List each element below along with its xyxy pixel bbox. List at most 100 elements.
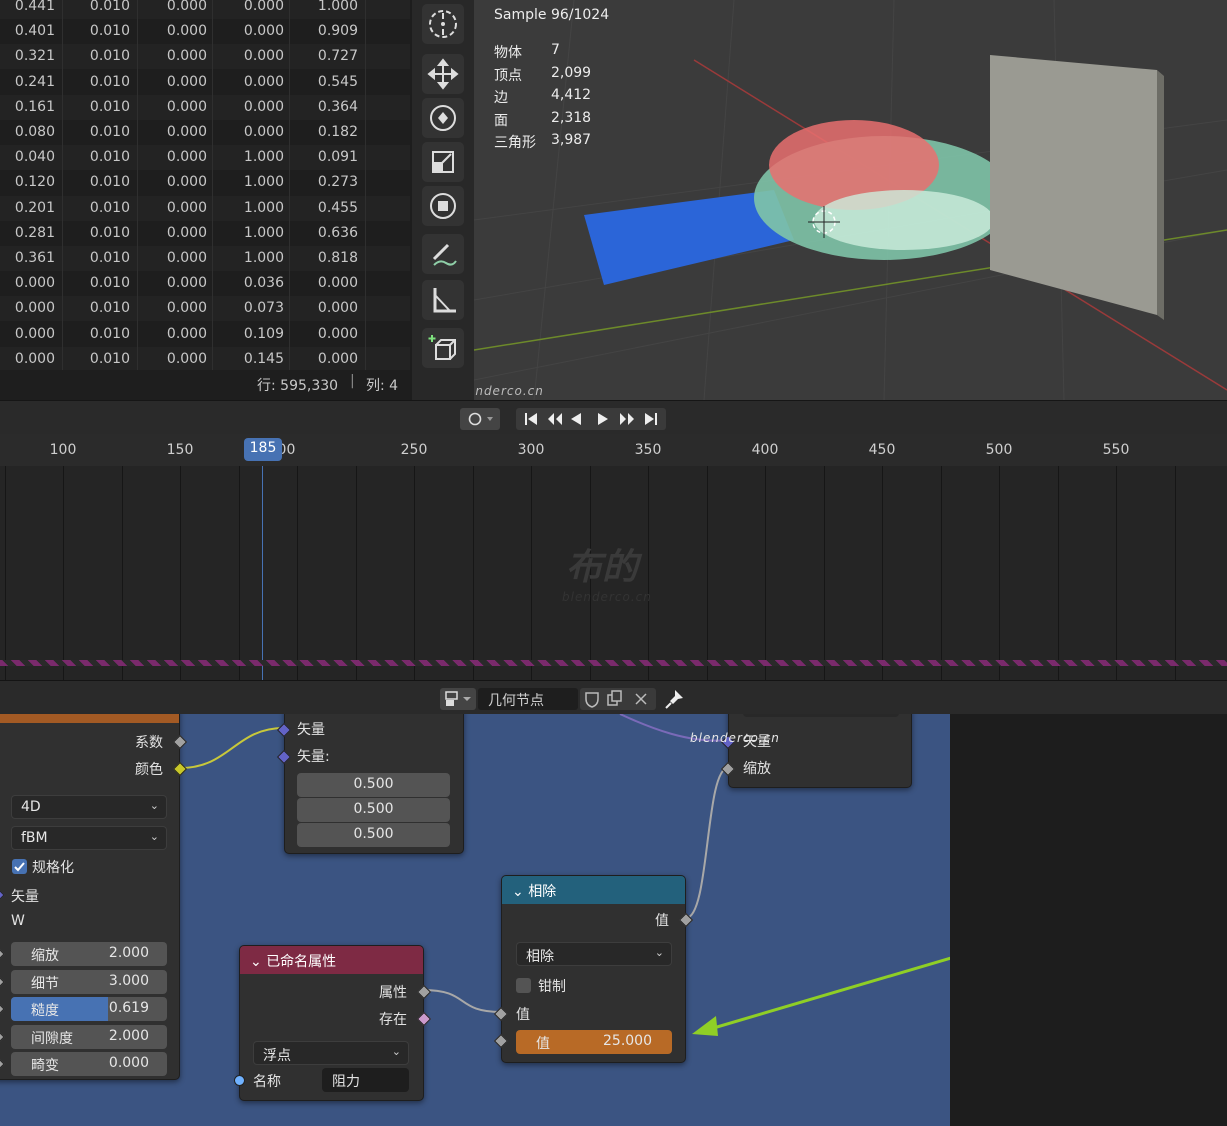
table-cell: 0.000	[166, 98, 207, 115]
measure-tool-button[interactable]	[422, 280, 464, 320]
wall-side	[1157, 70, 1164, 320]
vector-component-field[interactable]: 0.500	[297, 798, 450, 822]
pin-button[interactable]	[664, 688, 686, 710]
node-editor-header: 几何节点	[0, 680, 1227, 714]
parameter-input-socket[interactable]	[0, 948, 5, 960]
add-cube-tool-button[interactable]	[422, 328, 464, 368]
parameter-field[interactable]: 缩放 2.000	[11, 942, 167, 966]
divisor-value-field[interactable]: 值 25.000	[516, 1030, 672, 1054]
annotate-tool-button[interactable]	[422, 234, 464, 274]
add-cube-icon	[428, 335, 456, 360]
table-cell: 1.000	[243, 174, 284, 191]
chevron-down-icon[interactable]: ⌄	[250, 954, 262, 970]
normalize-checkbox[interactable]	[12, 859, 27, 874]
timeline-gridline	[472, 466, 474, 680]
noise-type-dropdown[interactable]: fBM ⌄	[11, 826, 167, 850]
parameter-input-socket[interactable]	[0, 1058, 5, 1070]
stat-value: 4,412	[551, 87, 592, 103]
data-type-value: 浮点	[263, 1048, 291, 1064]
frame-label: 150	[166, 442, 194, 458]
frame-label: 250	[400, 442, 428, 458]
table-cell: 0.818	[317, 250, 358, 266]
output-value-label: 值	[655, 913, 669, 929]
output-color-label: 颜色	[135, 762, 163, 778]
3d-viewport[interactable]: Sample 96/1024 物体 7 顶点 2,099 边 4,412 面 2,318 三角形…	[474, 0, 1227, 400]
vector-component-field[interactable]: 0.500	[297, 823, 450, 847]
parameter-label: 畸变	[31, 1058, 59, 1074]
playback-header	[0, 400, 1227, 434]
name-label: 名称	[253, 1074, 281, 1090]
parameter-value: 0.619	[108, 1000, 149, 1016]
operation-dropdown[interactable]	[743, 714, 899, 717]
table-cell: 0.000	[243, 0, 284, 14]
record-icon	[468, 412, 493, 426]
table-cell: 0.455	[317, 199, 358, 216]
noise-texture-node[interactable]: 系数 颜色 4D ⌄ fBM ⌄ 规格化 矢量 W 缩放 2.000 细节 3.000 糙度…	[0, 714, 188, 1080]
keying-button[interactable]	[460, 408, 500, 430]
parameter-field[interactable]: 畸变 0.000	[11, 1052, 167, 1076]
current-frame-indicator[interactable]: 185	[244, 438, 282, 461]
move-tool-button[interactable]	[422, 54, 464, 94]
parameter-label: 细节	[31, 975, 59, 992]
vector-component-field[interactable]: 0.500	[297, 773, 450, 797]
vector-scale-node[interactable]: 矢量 缩放	[720, 714, 912, 788]
timeline-ruler[interactable]: 100 150 200 250 300 350 400 450 500 550 185	[0, 434, 1227, 466]
frame-label: 400	[751, 442, 779, 458]
attribute-node-header[interactable]: ⌄ 已命名属性	[240, 946, 423, 974]
spreadsheet-footer: 行: 595,330 | 列: 4	[0, 370, 410, 398]
parameter-field[interactable]: 细节 3.000	[11, 969, 167, 994]
parameter-value: 2.000	[108, 1027, 149, 1044]
timeline-gridline	[238, 466, 240, 680]
chevron-down-icon[interactable]: ⌄	[512, 884, 524, 900]
data-type-dropdown[interactable]: 浮点 ⌄	[253, 1041, 409, 1065]
column-separator	[62, 0, 63, 372]
named-attribute-node[interactable]: ⌄ 已命名属性 属性 存在 浮点 ⌄ 名称 阻力	[234, 945, 432, 1101]
node-tree-name-field[interactable]: 几何节点	[478, 688, 578, 710]
vector-input-socket[interactable]	[0, 889, 5, 901]
watermark: blenderco.cn	[690, 731, 780, 745]
parameter-field[interactable]: 间隙度 2.000	[11, 1024, 167, 1049]
frame-label: 550	[1102, 442, 1130, 458]
attribute-name-field[interactable]: 阻力	[322, 1068, 409, 1092]
fake-user-icon	[585, 692, 599, 708]
vector-node[interactable]: 矢量 矢量: 0.500 0.500 0.500	[276, 714, 464, 854]
timeline-area[interactable]: 布的 blenderco.cn	[0, 466, 1227, 680]
cursor-tool-button[interactable]	[422, 4, 464, 44]
wall-panel	[990, 55, 1157, 315]
parameter-field[interactable]: 糙度 0.619	[11, 997, 167, 1021]
row-count: 行: 595,330	[257, 378, 339, 394]
scale-icon	[432, 151, 454, 173]
name-input-socket[interactable]	[234, 1075, 245, 1086]
divide-math-node[interactable]: ⌄ 相除 值 相除 ⌄ 钳制 值 值 25.000	[493, 875, 694, 1063]
table-cell: 0.000	[166, 250, 207, 266]
divide-node-header[interactable]: ⌄ 相除	[502, 876, 685, 904]
parameter-input-socket[interactable]	[0, 1003, 5, 1015]
input-scale-label: 缩放	[743, 761, 771, 777]
parameter-value: 3.000	[108, 972, 149, 989]
table-cell: 0.000	[14, 300, 55, 317]
dimensions-dropdown[interactable]: 4D ⌄	[11, 795, 167, 819]
transform-tool-button[interactable]	[422, 186, 464, 226]
parameter-input-socket[interactable]	[0, 975, 5, 988]
clamp-checkbox[interactable]	[516, 978, 531, 993]
next-key-icon	[620, 413, 626, 425]
table-cell: 1.000	[243, 250, 284, 266]
scale-tool-button[interactable]	[422, 142, 464, 182]
checkmark-icon	[14, 862, 25, 872]
math-operation-dropdown[interactable]: 相除 ⌄	[516, 942, 672, 966]
node-canvas[interactable]: 系数 颜色 4D ⌄ fBM ⌄ 规格化 矢量 W 缩放 2.000 细节 3.000 糙度…	[0, 714, 950, 1126]
rotate-tool-button[interactable]	[422, 98, 464, 138]
timeline-gridline	[297, 466, 298, 680]
table-cell: 0.010	[89, 350, 130, 367]
noise-node-header[interactable]	[0, 714, 179, 723]
playback-controls	[516, 408, 666, 430]
editor-type-button[interactable]	[440, 688, 476, 710]
parameter-input-socket[interactable]	[0, 1030, 5, 1043]
table-cell: 0.000	[166, 23, 207, 40]
fluid-splash-front	[814, 190, 994, 250]
link-value-scale	[685, 767, 729, 919]
timeline-gridline	[355, 466, 357, 680]
timeline-gridline	[706, 466, 708, 680]
timeline-gridline	[4, 466, 6, 680]
column-separator	[289, 0, 290, 372]
